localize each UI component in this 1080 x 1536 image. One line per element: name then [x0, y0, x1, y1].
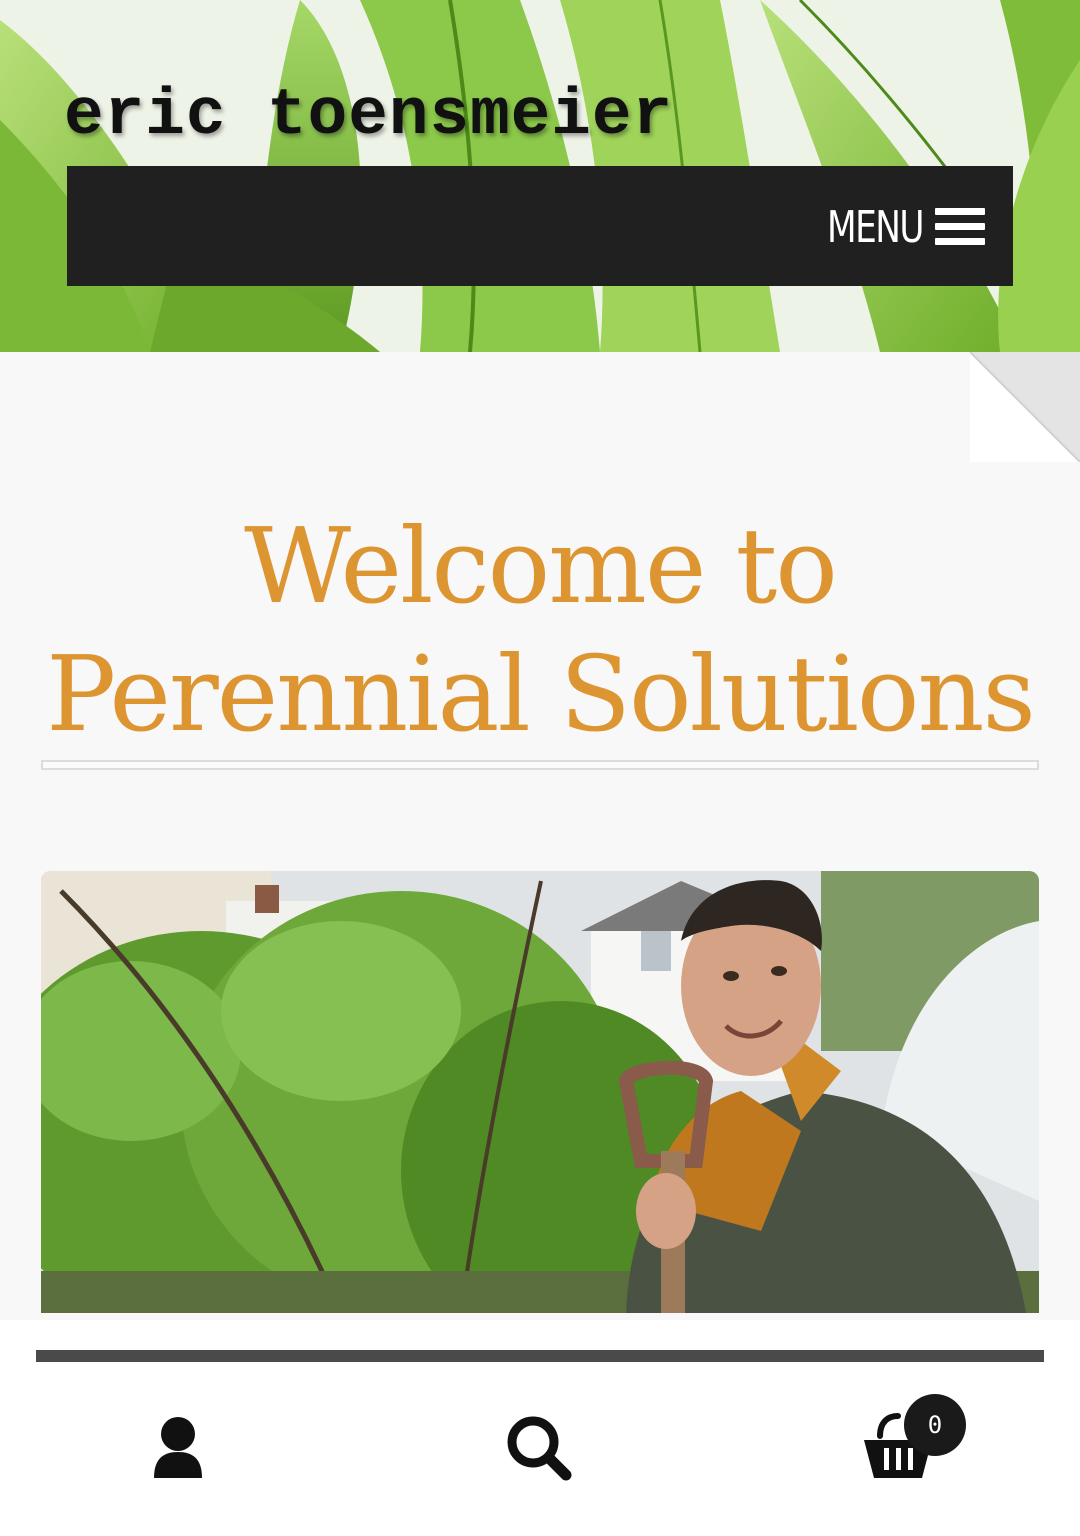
user-icon	[154, 1417, 202, 1478]
page-title-line-2: Perennial Solutions	[46, 633, 1036, 755]
site-header: eric toensmeier MENU	[0, 0, 1080, 352]
menu-button[interactable]: MENU	[800, 201, 985, 253]
title-divider	[41, 760, 1039, 770]
hero-photo	[41, 871, 1039, 1313]
search-icon	[507, 1416, 572, 1481]
site-title[interactable]: eric toensmeier	[64, 78, 673, 153]
page-corner-fold	[970, 352, 1080, 462]
main-navbar: MENU	[67, 166, 1013, 286]
cart-count-badge: 0	[904, 1394, 966, 1456]
hamburger-icon	[935, 208, 985, 246]
menu-label: MENU	[827, 201, 924, 253]
page-title: Welcome to Perennial Solutions	[40, 502, 1040, 758]
account-button[interactable]	[138, 1406, 218, 1486]
main-content: Welcome to Perennial Solutions	[0, 352, 1080, 1352]
bottom-toolbar-divider	[36, 1350, 1044, 1362]
page-title-line-1: Welcome to	[244, 505, 838, 627]
page: eric toensmeier MENU Welcome to Perennia…	[0, 0, 1080, 1536]
hero-photo-illustration	[41, 871, 1039, 1313]
search-button[interactable]	[498, 1406, 578, 1486]
